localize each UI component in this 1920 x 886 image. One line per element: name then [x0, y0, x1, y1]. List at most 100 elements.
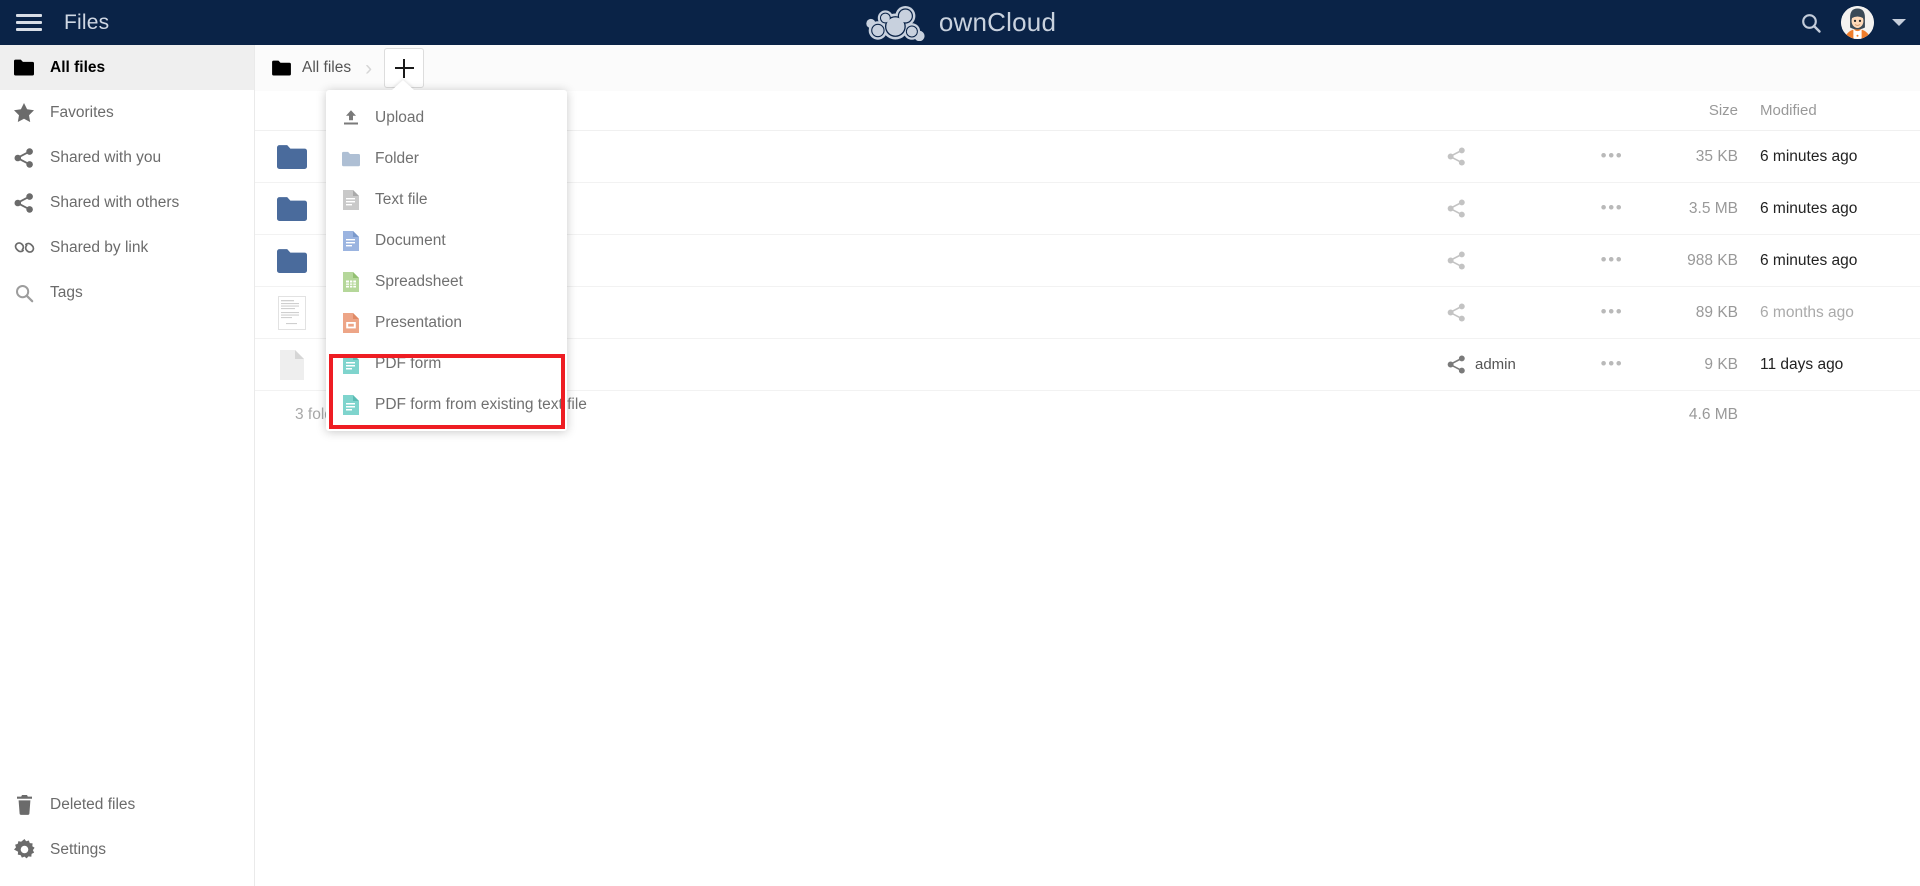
sidebar-label: Favorites — [50, 103, 114, 121]
folder-icon — [275, 244, 309, 278]
chevron-down-icon[interactable] — [1892, 19, 1906, 26]
tag-search-icon — [13, 282, 35, 304]
file-size: 988 KB — [1687, 251, 1738, 269]
share-cell[interactable] — [1431, 199, 1581, 218]
sidebar-item-shared-with-you[interactable]: Shared with you — [0, 135, 254, 180]
share-cell[interactable] — [1431, 251, 1581, 270]
brand-name: ownCloud — [938, 7, 1057, 37]
breadcrumb-item-all-files[interactable]: All files — [272, 59, 351, 77]
presentation-icon — [341, 312, 361, 334]
owncloud-logo[interactable]: ownCloud — [864, 5, 1056, 41]
pdf-form-icon — [341, 394, 361, 416]
hamburger-bar — [16, 14, 42, 17]
document-thumbnail — [275, 295, 309, 330]
sidebar-label: Tags — [50, 283, 83, 301]
pdf-form-icon — [341, 353, 361, 375]
file-modified: 6 minutes ago — [1760, 251, 1858, 269]
menu-item-label: Spreadsheet — [375, 272, 463, 290]
share-cell[interactable]: admin — [1431, 355, 1581, 374]
share-icon[interactable] — [1447, 147, 1466, 166]
menu-item-label: Folder — [375, 149, 419, 167]
link-icon — [13, 237, 35, 259]
file-modified: 6 months ago — [1760, 303, 1854, 321]
file-modified: 11 days ago — [1760, 355, 1844, 373]
menu-item-text-file[interactable]: Text file — [326, 179, 567, 220]
share-icon — [13, 192, 35, 214]
hamburger-bar — [16, 21, 42, 24]
sidebar-item-all-files[interactable]: All files — [0, 45, 254, 90]
share-icon[interactable] — [1447, 303, 1466, 322]
sidebar-item-shared-by-link[interactable]: Shared by link — [0, 225, 254, 270]
menu-item-pdf-form[interactable]: PDF form — [326, 343, 567, 384]
share-icon[interactable] — [1447, 199, 1466, 218]
menu-item-pdf-form-from-existing-text-file[interactable]: PDF form from existing text file — [326, 384, 587, 425]
share-cell[interactable] — [1431, 303, 1581, 322]
sidebar-label: Shared with you — [50, 148, 162, 166]
file-list-total-size: 4.6 MB — [1688, 406, 1738, 423]
folder-icon — [275, 140, 309, 174]
share-icon[interactable] — [1447, 251, 1466, 270]
sidebar-item-shared-with-others[interactable]: Shared with others — [0, 180, 254, 225]
more-actions-icon[interactable]: ••• — [1581, 147, 1643, 166]
plus-icon — [402, 58, 406, 78]
share-icon — [13, 147, 35, 169]
text-file-icon — [341, 189, 361, 211]
file-size: 3.5 MB — [1688, 199, 1738, 217]
sidebar-label: Shared with others — [50, 193, 180, 211]
folder-icon — [13, 57, 35, 79]
menu-item-folder[interactable]: Folder — [326, 138, 567, 179]
share-cell[interactable] — [1431, 147, 1581, 166]
sidebar-label: Shared by link — [50, 238, 149, 256]
sidebar-item-tags[interactable]: Tags — [0, 270, 254, 315]
folder-icon — [272, 60, 291, 76]
share-icon[interactable] — [1447, 355, 1466, 374]
more-actions-icon[interactable]: ••• — [1581, 251, 1643, 270]
sidebar-bottom-group: Deleted files Settings — [0, 782, 254, 872]
menu-item-label: Document — [375, 231, 446, 249]
shared-with-label: admin — [1475, 356, 1516, 373]
star-icon — [13, 102, 35, 124]
menu-item-label: Text file — [375, 190, 428, 208]
trash-icon — [13, 794, 35, 816]
sidebar-item-deleted-files[interactable]: Deleted files — [0, 782, 254, 827]
file-size: 35 KB — [1695, 147, 1738, 165]
sidebar-label: Settings — [50, 840, 107, 858]
file-modified: 6 minutes ago — [1760, 199, 1858, 217]
header-actions — [1799, 6, 1906, 39]
hamburger-icon[interactable] — [16, 12, 44, 34]
more-actions-icon[interactable]: ••• — [1581, 303, 1643, 322]
new-menu-dropdown: Upload Folder Text file Document Spreads… — [326, 90, 587, 431]
main-content: All files › Upload Folder Text file Docu… — [255, 45, 1920, 886]
menu-item-spreadsheet[interactable]: Spreadsheet — [326, 261, 567, 302]
folder-icon — [341, 148, 361, 170]
column-header-size[interactable]: Size — [1643, 102, 1738, 119]
app-title: Files — [64, 10, 110, 34]
menu-item-label: PDF form from existing text file — [375, 395, 587, 413]
gear-icon — [13, 839, 35, 861]
sidebar-label: Deleted files — [50, 795, 136, 813]
controls-bar: All files › Upload Folder Text file Docu… — [255, 45, 1920, 431]
folder-icon — [275, 192, 309, 226]
menu-item-presentation[interactable]: Presentation — [326, 302, 567, 343]
menu-item-upload[interactable]: Upload — [326, 97, 567, 138]
file-size: 9 KB — [1704, 355, 1738, 373]
column-header-modified[interactable]: Modified — [1738, 102, 1920, 119]
file-icon — [275, 348, 309, 382]
sidebar-item-settings[interactable]: Settings — [0, 827, 254, 872]
avatar[interactable] — [1841, 6, 1874, 39]
menu-item-document[interactable]: Document — [326, 220, 567, 261]
menu-item-label: Upload — [375, 108, 425, 126]
breadcrumb-label: All files — [302, 59, 352, 76]
sidebar: All files Favorites Shared with you Shar… — [0, 45, 255, 886]
app-header: Files ownCloud — [0, 0, 1920, 45]
file-modified: 6 minutes ago — [1760, 147, 1858, 165]
breadcrumb-separator: › — [365, 56, 373, 80]
search-icon[interactable] — [1799, 11, 1823, 35]
menu-item-label: Presentation — [375, 313, 463, 331]
spreadsheet-icon — [341, 271, 361, 293]
sidebar-item-favorites[interactable]: Favorites — [0, 90, 254, 135]
menu-item-label: PDF form — [375, 354, 442, 372]
more-actions-icon[interactable]: ••• — [1581, 199, 1643, 218]
more-actions-icon[interactable]: ••• — [1581, 355, 1643, 374]
document-icon — [341, 230, 361, 252]
